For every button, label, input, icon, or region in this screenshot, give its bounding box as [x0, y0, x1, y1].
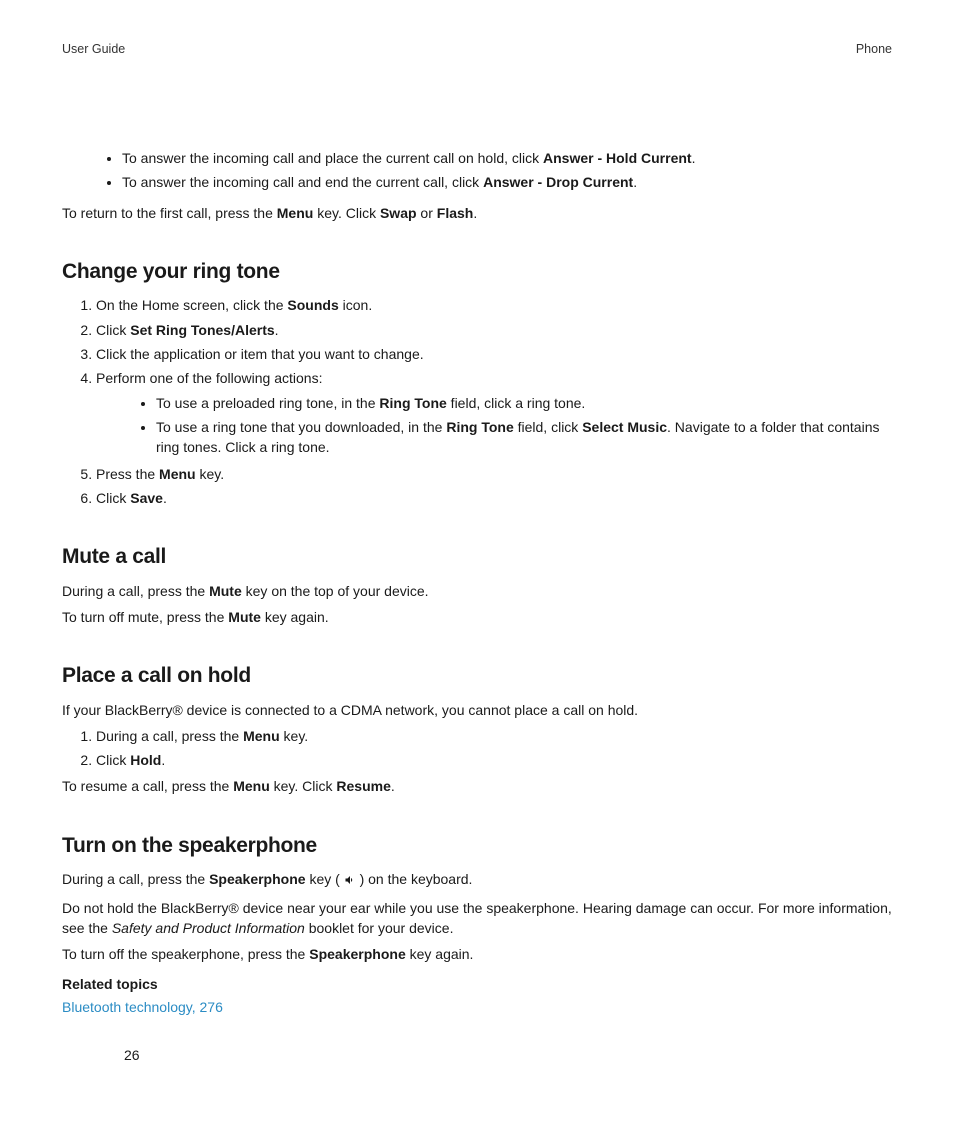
hold-steps: During a call, press the Menu key. Click…	[62, 726, 892, 771]
list-item: To answer the incoming call and end the …	[122, 172, 892, 192]
speaker-icon	[344, 871, 356, 891]
related-topics-heading: Related topics	[62, 974, 892, 994]
mute-instruction: During a call, press the Mute key on the…	[62, 581, 892, 601]
page-number: 26	[124, 1045, 140, 1065]
list-item: Perform one of the following actions: To…	[96, 368, 892, 457]
list-item: To use a preloaded ring tone, in the Rin…	[156, 393, 892, 413]
link-bluetooth-technology[interactable]: Bluetooth technology, 276	[62, 999, 223, 1015]
header-left: User Guide	[62, 40, 125, 58]
heading-mute-call: Mute a call	[62, 542, 892, 572]
speakerphone-off-instruction: To turn off the speakerphone, press the …	[62, 944, 892, 964]
resume-instruction: To resume a call, press the Menu key. Cl…	[62, 776, 892, 796]
list-item: Click the application or item that you w…	[96, 344, 892, 364]
page-header: User Guide Phone	[62, 40, 892, 58]
heading-change-ring-tone: Change your ring tone	[62, 257, 892, 287]
list-item: To answer the incoming call and place th…	[122, 148, 892, 168]
heading-speakerphone: Turn on the speakerphone	[62, 831, 892, 861]
unmute-instruction: To turn off mute, press the Mute key aga…	[62, 607, 892, 627]
heading-place-on-hold: Place a call on hold	[62, 661, 892, 691]
speakerphone-on-instruction: During a call, press the Speakerphone ke…	[62, 869, 892, 891]
header-right: Phone	[856, 40, 892, 58]
related-link-wrap: Bluetooth technology, 276	[62, 997, 892, 1017]
list-item: During a call, press the Menu key.	[96, 726, 892, 746]
list-item: Press the Menu key.	[96, 464, 892, 484]
speakerphone-warning: Do not hold the BlackBerry® device near …	[62, 898, 892, 939]
change-ring-tone-steps: On the Home screen, click the Sounds ico…	[62, 295, 892, 508]
answer-options-list: To answer the incoming call and place th…	[62, 148, 892, 193]
return-first-call-note: To return to the first call, press the M…	[62, 203, 892, 223]
ring-tone-option-list: To use a preloaded ring tone, in the Rin…	[96, 393, 892, 458]
hold-cdma-note: If your BlackBerry® device is connected …	[62, 700, 892, 720]
list-item: Click Set Ring Tones/Alerts.	[96, 320, 892, 340]
list-item: Click Save.	[96, 488, 892, 508]
list-item: To use a ring tone that you downloaded, …	[156, 417, 892, 458]
list-item: On the Home screen, click the Sounds ico…	[96, 295, 892, 315]
list-item: Click Hold.	[96, 750, 892, 770]
